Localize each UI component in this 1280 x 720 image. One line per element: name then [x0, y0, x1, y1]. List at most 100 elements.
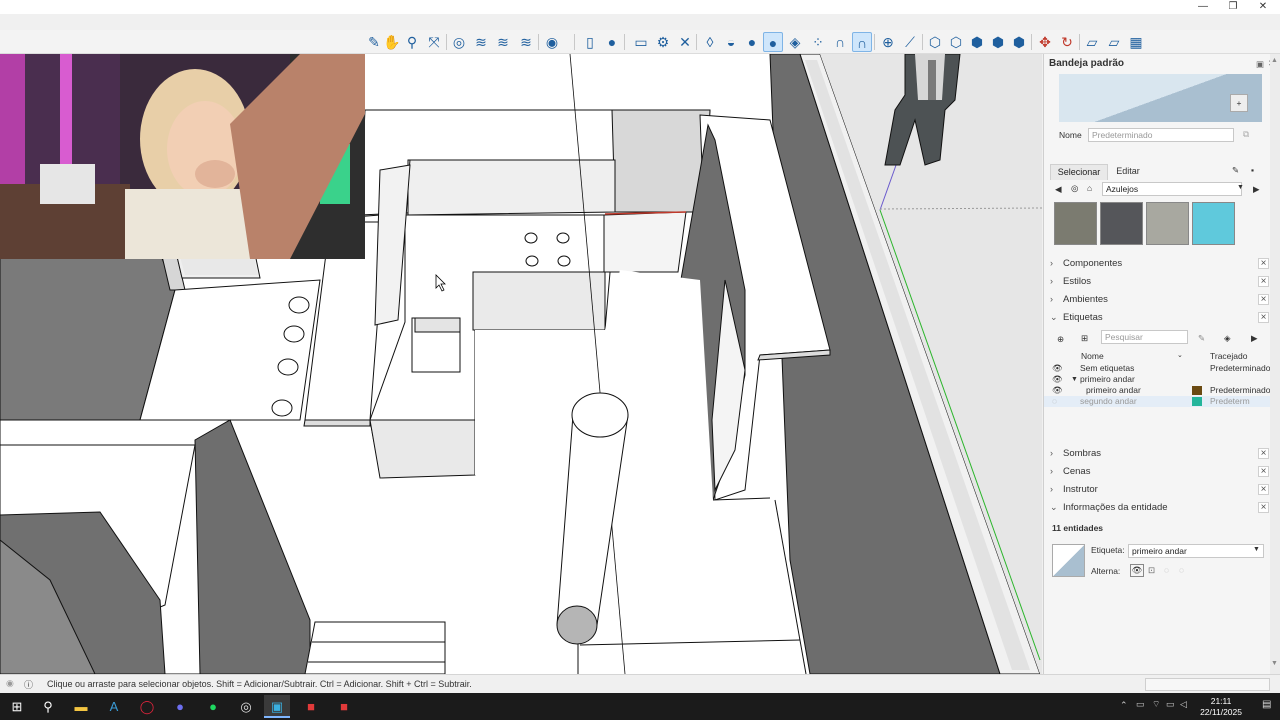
panel-etiquetas[interactable]: ⌄ Etiquetas × — [1044, 309, 1271, 327]
tag-search-input[interactable]: Pesquisar — [1101, 330, 1188, 344]
chrome-icon[interactable]: ◎ — [233, 695, 259, 718]
info-icon[interactable]: ⓘ — [24, 678, 33, 691]
details-icon[interactable]: ▶ — [1251, 333, 1258, 344]
material-swatch[interactable] — [1054, 202, 1097, 245]
model-viewport[interactable] — [0, 54, 1042, 674]
entity-tag-select[interactable]: primeiro andar — [1128, 544, 1264, 558]
sandbox-1-icon[interactable]: ◊ — [700, 32, 720, 52]
add-tag-icon[interactable]: ⊕ — [1057, 334, 1064, 345]
cube-2-icon[interactable]: ⬡ — [946, 32, 966, 52]
panel-cenas[interactable]: › Cenas × — [1044, 463, 1271, 481]
windows-start-icon[interactable]: ⊞ — [4, 695, 30, 718]
scroll-up-icon[interactable]: ▲ — [1271, 57, 1278, 64]
notification-icon[interactable]: ▤ — [1262, 699, 1271, 710]
sandbox-active-icon[interactable]: ● — [763, 32, 783, 52]
copy-icon[interactable]: ⧉ — [1243, 129, 1249, 140]
receive-shadow-icon[interactable]: ◌ — [1179, 565, 1184, 575]
material-swatch[interactable] — [1146, 202, 1189, 245]
tag-row[interactable]: 👁 Sem etiquetas Predeterminado — [1044, 363, 1271, 374]
section-fill-icon[interactable]: ≋ — [493, 32, 513, 52]
zoom-extents-icon[interactable]: ⤧ — [424, 32, 444, 52]
pencil-icon[interactable]: ✎ — [1198, 333, 1205, 344]
color-by-tag-icon[interactable]: ◈ — [1224, 333, 1231, 344]
measurements-box[interactable] — [1145, 678, 1270, 691]
section-cut-icon[interactable]: ≋ — [516, 32, 536, 52]
panel-componentes[interactable]: › Componentes × — [1044, 255, 1271, 273]
tags-col-dash[interactable]: Tracejado — [1210, 351, 1247, 361]
search-icon[interactable]: ⚲ — [35, 695, 61, 718]
tag-folder-row[interactable]: 👁 ▼ primeiro andar — [1044, 374, 1271, 385]
add-icon[interactable]: ⊕ — [878, 32, 898, 52]
opera-icon[interactable]: ◯ — [134, 695, 160, 718]
settings-icon[interactable]: ⚙ — [653, 32, 673, 52]
eye-icon[interactable]: 👁 — [1052, 374, 1063, 385]
close-panel-icon[interactable]: × — [1258, 294, 1269, 305]
magnet-1-icon[interactable]: ∩ — [830, 32, 850, 52]
close-window-button[interactable]: ✕ — [1248, 0, 1278, 14]
tag-color-swatch[interactable] — [1192, 397, 1202, 406]
forward-icon[interactable]: ◎ — [1071, 183, 1078, 194]
cube-3-icon[interactable]: ⬢ — [967, 32, 987, 52]
move-icon[interactable]: ✥ — [1035, 32, 1055, 52]
autocad-icon[interactable]: A — [101, 695, 127, 718]
panel-ambientes[interactable]: › Ambientes × — [1044, 291, 1271, 309]
close-panel-icon[interactable]: × — [1258, 276, 1269, 287]
panel-estilos[interactable]: › Estilos × — [1044, 273, 1271, 291]
layer-1-icon[interactable]: ▱ — [1082, 32, 1102, 52]
chevron-down-icon[interactable]: ▼ — [1237, 184, 1244, 191]
sketchup-icon[interactable]: ▣ — [264, 695, 290, 718]
layer-3-icon[interactable]: ▦ — [1126, 32, 1146, 52]
tag-row[interactable]: 👁 primeiro andar Predeterminado — [1044, 385, 1271, 396]
visible-toggle-icon[interactable]: 👁 — [1130, 564, 1144, 577]
network-icon[interactable]: ▭ — [1166, 699, 1175, 710]
panel-sombras[interactable]: › Sombras × — [1044, 445, 1271, 463]
tab-edit[interactable]: Editar — [1110, 164, 1146, 180]
close-panel-icon[interactable]: × — [1258, 448, 1269, 459]
eye-hidden-icon[interactable]: ◌ — [1052, 396, 1057, 407]
close-panel-icon[interactable]: × — [1258, 258, 1269, 269]
usb-icon[interactable]: ▭ — [1136, 699, 1145, 710]
volume-icon[interactable]: ◁ — [1180, 699, 1187, 710]
zoom-icon[interactable]: ⚲ — [402, 32, 422, 52]
file-explorer-icon[interactable]: ▬ — [68, 695, 94, 718]
tab-select[interactable]: Selecionar — [1050, 164, 1108, 180]
tag-color-swatch[interactable] — [1192, 386, 1202, 395]
section-display-icon[interactable]: ≋ — [471, 32, 491, 52]
eye-icon[interactable]: 👁 — [1052, 363, 1063, 374]
app-red-2-icon[interactable]: ■ — [331, 695, 357, 718]
sandbox-3-icon[interactable]: ● — [742, 32, 762, 52]
lock-icon[interactable]: ▪ — [1251, 165, 1254, 175]
close-panel-icon[interactable]: × — [1258, 502, 1269, 513]
home-icon[interactable]: ⌂ — [1087, 183, 1092, 193]
panel-entity-info[interactable]: ⌄ Informações da entidade × — [1044, 499, 1271, 517]
tags-col-name[interactable]: Nome — [1081, 351, 1104, 361]
wifi-icon[interactable]: ⌔ — [1152, 699, 1160, 710]
spotify-icon[interactable]: ● — [200, 695, 226, 718]
section-icon[interactable]: ◎ — [449, 32, 469, 52]
material-swatch[interactable] — [1100, 202, 1143, 245]
hand-icon[interactable]: ✋ — [382, 32, 402, 52]
previous-view-icon[interactable]: ◉ — [542, 32, 562, 52]
create-material-icon[interactable]: + — [1230, 94, 1248, 112]
sandbox-2-icon[interactable]: ◒ — [721, 32, 741, 52]
paint-bucket-icon[interactable]: ✎ — [364, 32, 384, 52]
lock-toggle-icon[interactable]: ⊡ — [1148, 565, 1155, 576]
tray-up-icon[interactable]: ⌃ — [1120, 700, 1128, 711]
tag-row-selected[interactable]: ◌ segundo andar Predeterm — [1044, 396, 1271, 407]
material-swatch[interactable] — [1192, 202, 1235, 245]
discord-icon[interactable]: ● — [167, 695, 193, 718]
layer-2-icon[interactable]: ▱ — [1104, 32, 1124, 52]
chevron-down-icon[interactable]: ▼ — [1253, 546, 1260, 553]
close-panel-icon[interactable]: × — [1258, 466, 1269, 477]
close-icon[interactable]: ✕ — [675, 32, 695, 52]
add-folder-icon[interactable]: ⊞ — [1081, 333, 1088, 344]
connect-icon[interactable]: ⟋ — [900, 32, 920, 52]
minimize-button[interactable]: — — [1188, 0, 1218, 14]
eyedropper-icon[interactable]: ✎ — [1232, 165, 1239, 176]
person-icon[interactable]: ● — [602, 32, 622, 52]
cube-4-icon[interactable]: ⬢ — [988, 32, 1008, 52]
rectangle-icon[interactable]: ▭ — [631, 32, 651, 52]
details-icon[interactable]: ▶ — [1253, 184, 1260, 195]
maximize-button[interactable]: ❐ — [1218, 0, 1248, 14]
magnet-2-icon[interactable]: ∩ — [852, 32, 872, 52]
